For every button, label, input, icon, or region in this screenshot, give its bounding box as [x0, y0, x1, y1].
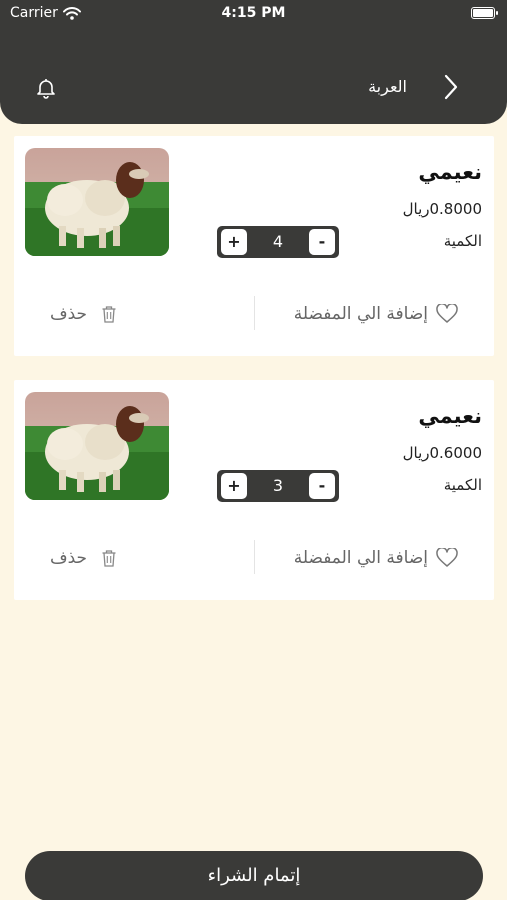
action-divider	[254, 296, 255, 330]
add-to-favorites-button[interactable]: إضافة الي المفضلة	[294, 304, 458, 324]
product-price: 0.8000ريال	[402, 200, 482, 218]
product-image[interactable]	[25, 392, 169, 500]
delete-label: حذف	[50, 304, 88, 324]
battery-icon	[471, 7, 498, 19]
quantity-stepper: + 3 -	[217, 470, 339, 502]
favorite-label: إضافة الي المفضلة	[293, 304, 428, 324]
product-name: نعيمي	[418, 160, 482, 184]
product-name: نعيمي	[418, 404, 482, 428]
status-bar: Carrier 4:15 PM	[0, 0, 507, 28]
trash-icon	[102, 550, 116, 567]
delete-button[interactable]: حذف	[50, 304, 117, 324]
quantity-value: 3	[272, 476, 284, 495]
trash-icon	[102, 306, 116, 323]
heart-icon	[436, 548, 458, 567]
delete-label: حذف	[50, 548, 88, 568]
status-time: 4:15 PM	[221, 5, 286, 21]
checkout-button[interactable]: إتمام الشراء	[25, 851, 483, 900]
product-price: 0.6000ريال	[402, 444, 482, 462]
decrease-button[interactable]: -	[309, 473, 335, 499]
quantity-value: 4	[272, 232, 284, 251]
heart-icon	[436, 304, 458, 323]
bell-icon[interactable]	[34, 76, 58, 100]
add-to-favorites-button[interactable]: إضافة الي المفضلة	[294, 548, 458, 568]
cart-item-card: نعيمي 0.8000ريال الكمية + 4 - إضافة الي …	[14, 136, 494, 356]
increase-button[interactable]: +	[221, 229, 247, 255]
quantity-label: الكمية	[443, 476, 482, 494]
quantity-stepper: + 4 -	[217, 226, 339, 258]
decrease-button[interactable]: -	[309, 229, 335, 255]
quantity-label: الكمية	[443, 232, 482, 250]
delete-button[interactable]: حذف	[50, 548, 117, 568]
app-header: Carrier 4:15 PM العربة	[0, 0, 507, 124]
chevron-right-icon[interactable]	[443, 74, 459, 100]
action-divider	[254, 540, 255, 574]
favorite-label: إضافة الي المفضلة	[293, 548, 428, 568]
page-title: العربة	[368, 77, 407, 96]
cart-item-card: نعيمي 0.6000ريال الكمية + 3 - إضافة الي …	[14, 380, 494, 600]
increase-button[interactable]: +	[221, 473, 247, 499]
product-image[interactable]	[25, 148, 169, 256]
